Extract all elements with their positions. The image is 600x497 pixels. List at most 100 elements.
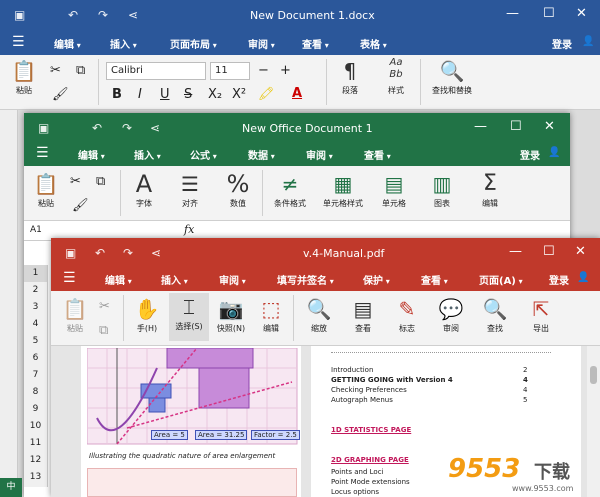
menu-insert[interactable]: 插入: [110, 36, 137, 51]
toc-row[interactable]: Point Mode extensions: [331, 478, 410, 486]
menu-view[interactable]: 查看: [364, 147, 391, 162]
toc-row[interactable]: Locus options: [331, 488, 379, 496]
row-header[interactable]: 7: [24, 367, 47, 384]
login-button[interactable]: 登录: [549, 272, 569, 287]
menu-icon[interactable]: ☰: [12, 34, 25, 50]
cell-reference[interactable]: A1: [30, 225, 42, 235]
find-replace-tool[interactable]: 🔍 查找和替换: [428, 57, 476, 96]
scrollbar-thumb[interactable]: [590, 366, 597, 384]
save-icon[interactable]: ▣: [65, 246, 76, 260]
menu-table[interactable]: 表格: [360, 36, 387, 51]
review-tool[interactable]: 💬 审阅: [431, 295, 471, 334]
close-icon[interactable]: ✕: [544, 119, 555, 134]
undo-icon[interactable]: ↶: [95, 246, 105, 260]
menu-layout[interactable]: 页面布局: [170, 36, 217, 51]
cut-icon[interactable]: ✂: [50, 63, 61, 78]
toc-link-2d-graph[interactable]: 2D GRAPHING PAGE: [331, 456, 409, 464]
mark-tool[interactable]: ✎ 标志: [387, 295, 427, 334]
view-tool[interactable]: ▤ 查看: [343, 295, 383, 334]
copy-icon[interactable]: ⧉: [76, 63, 85, 78]
cut-icon[interactable]: ✂: [70, 174, 81, 189]
cells-tool[interactable]: ▤ 单元格: [374, 170, 414, 209]
font-family-select[interactable]: Calibri: [106, 62, 206, 80]
menu-review[interactable]: 审阅: [306, 147, 333, 162]
menu-edit[interactable]: 编辑: [105, 272, 132, 287]
decrease-font-button[interactable]: −: [258, 63, 269, 78]
menu-insert[interactable]: 插入: [161, 272, 188, 287]
minimize-icon[interactable]: —: [509, 244, 522, 259]
menu-view[interactable]: 查看: [302, 36, 329, 51]
format-painter-icon[interactable]: 🖌: [72, 198, 89, 213]
user-icon[interactable]: 👤: [548, 147, 560, 158]
row-header[interactable]: 6: [24, 350, 47, 367]
minimize-icon[interactable]: —: [474, 119, 487, 134]
toc-link-1d-stats[interactable]: 1D STATISTICS PAGE: [331, 426, 411, 434]
maximize-icon[interactable]: ☐: [543, 6, 555, 21]
row-header[interactable]: 4: [24, 316, 47, 333]
close-icon[interactable]: ✕: [576, 6, 587, 21]
font-color-icon[interactable]: A: [292, 86, 302, 101]
undo-icon[interactable]: ↶: [92, 121, 102, 135]
row-header[interactable]: 5: [24, 333, 47, 350]
menu-fill-sign[interactable]: 填写并签名: [277, 272, 334, 287]
sheet-tab[interactable]: 中: [0, 478, 22, 497]
menu-protect[interactable]: 保护: [363, 272, 390, 287]
redo-icon[interactable]: ↷: [123, 246, 133, 260]
fx-icon[interactable]: fx: [184, 223, 194, 236]
share-icon[interactable]: ⋖: [128, 8, 138, 22]
menu-review[interactable]: 审阅: [248, 36, 275, 51]
menu-icon[interactable]: ☰: [36, 145, 49, 161]
chart-tool[interactable]: ▥ 图表: [422, 170, 462, 209]
share-icon[interactable]: ⋖: [150, 121, 160, 135]
row-header[interactable]: 1: [24, 265, 47, 282]
close-icon[interactable]: ✕: [575, 244, 586, 259]
row-header[interactable]: 2: [24, 282, 47, 299]
italic-button[interactable]: I: [138, 87, 142, 102]
paragraph-tool[interactable]: ¶ 段落: [330, 57, 370, 96]
zoom-tool[interactable]: 🔍 缩放: [299, 295, 339, 334]
row-header[interactable]: 12: [24, 452, 47, 469]
font-tool[interactable]: A 字体: [124, 170, 164, 209]
row-header[interactable]: 11: [24, 435, 47, 452]
minimize-icon[interactable]: —: [506, 6, 519, 21]
edit-tool[interactable]: ⬚ 编辑: [251, 295, 291, 334]
undo-icon[interactable]: ↶: [68, 8, 78, 22]
number-tool[interactable]: % 数值: [218, 170, 258, 209]
share-icon[interactable]: ⋖: [151, 246, 161, 260]
maximize-icon[interactable]: ☐: [510, 119, 522, 134]
strikethrough-button[interactable]: S: [184, 87, 192, 102]
toc-row[interactable]: GETTING GOING with Version 44: [331, 376, 531, 384]
copy-icon[interactable]: ⧉: [99, 323, 108, 338]
toc-row[interactable]: Points and Loci: [331, 468, 384, 476]
underline-button[interactable]: U: [160, 87, 170, 102]
row-header[interactable]: 9: [24, 401, 47, 418]
user-icon[interactable]: 👤: [577, 272, 589, 283]
bold-button[interactable]: B: [112, 87, 122, 102]
menu-edit[interactable]: 编辑: [54, 36, 81, 51]
increase-font-button[interactable]: +: [280, 63, 291, 78]
menu-page[interactable]: 页面(A): [479, 272, 523, 287]
user-icon[interactable]: 👤: [582, 36, 594, 47]
snapshot-tool[interactable]: 📷 快照(N): [211, 295, 251, 334]
save-icon[interactable]: ▣: [38, 121, 49, 135]
format-painter-icon[interactable]: 🖌: [52, 87, 69, 102]
redo-icon[interactable]: ↷: [98, 8, 108, 22]
menu-insert[interactable]: 插入: [134, 147, 161, 162]
login-button[interactable]: 登录: [520, 147, 540, 162]
toc-row[interactable]: Checking Preferences 4: [331, 386, 531, 394]
toc-row[interactable]: Introduction 2: [331, 366, 531, 374]
edit-tool[interactable]: Σ 编辑: [470, 170, 510, 209]
cut-icon[interactable]: ✂: [99, 299, 110, 314]
row-header[interactable]: 3: [24, 299, 47, 316]
hand-tool[interactable]: ✋ 手(H): [127, 295, 167, 334]
maximize-icon[interactable]: ☐: [543, 244, 555, 259]
menu-icon[interactable]: ☰: [63, 270, 76, 286]
subscript-button[interactable]: X₂: [208, 87, 222, 102]
style-tool[interactable]: Aa Bb 样式: [376, 57, 416, 96]
cell-style-tool[interactable]: ▦ 单元格样式: [320, 170, 366, 209]
export-tool[interactable]: ⇱ 导出: [521, 295, 561, 334]
superscript-button[interactable]: X²: [232, 87, 246, 102]
redo-icon[interactable]: ↷: [122, 121, 132, 135]
copy-icon[interactable]: ⧉: [96, 174, 105, 189]
align-tool[interactable]: ☰ 对齐: [170, 170, 210, 209]
